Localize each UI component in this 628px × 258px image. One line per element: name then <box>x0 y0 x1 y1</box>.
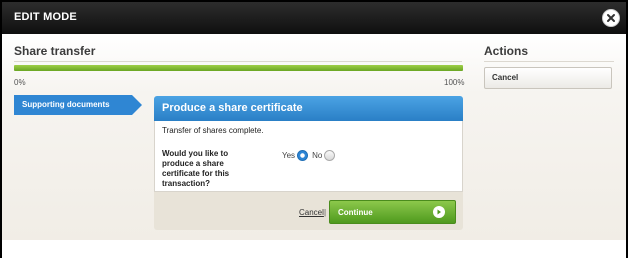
continue-label: Continue <box>338 208 373 217</box>
yes-radio[interactable] <box>297 150 309 161</box>
progress-bar <box>14 65 463 71</box>
yes-label: Yes <box>282 151 296 160</box>
panel-header: Produce a share certificate <box>154 96 463 121</box>
close-button[interactable] <box>602 9 620 27</box>
certificate-question: Would you like to produce a share certif… <box>162 149 230 188</box>
content-area: Share transfer Actions 0% 100% Cancel Su… <box>2 34 626 240</box>
actions-cancel-button[interactable]: Cancel <box>484 67 612 89</box>
no-radio[interactable] <box>324 150 336 161</box>
close-icon <box>607 14 615 22</box>
separator: | <box>324 208 327 217</box>
certificate-radio-group: Yes No <box>282 150 339 161</box>
no-label: No <box>312 151 323 160</box>
progress-fill <box>14 65 463 71</box>
progress-max-label: 100% <box>444 78 465 87</box>
progress-min-label: 0% <box>14 78 26 87</box>
edit-mode-window: EDIT MODE Share transfer Actions 0% 100%… <box>0 0 628 258</box>
window-title: EDIT MODE <box>14 11 77 23</box>
cancel-link[interactable]: Cancel <box>299 208 324 217</box>
bottom-bar <box>2 240 626 258</box>
arrow-right-icon <box>433 206 445 218</box>
step-tab-supporting-documents[interactable]: Supporting documents <box>14 95 142 115</box>
actions-title: Actions <box>484 44 529 58</box>
section-divider <box>14 61 462 62</box>
step-tab-label: Supporting documents <box>22 100 110 109</box>
actions-divider <box>484 61 614 62</box>
section-title: Share transfer <box>14 44 96 58</box>
panel-title: Produce a share certificate <box>162 102 303 114</box>
completion-message: Transfer of shares complete. <box>162 126 264 135</box>
panel-body: Transfer of shares complete. Would you l… <box>154 121 463 192</box>
title-bar: EDIT MODE <box>2 2 626 34</box>
continue-button[interactable]: Continue <box>329 200 456 224</box>
